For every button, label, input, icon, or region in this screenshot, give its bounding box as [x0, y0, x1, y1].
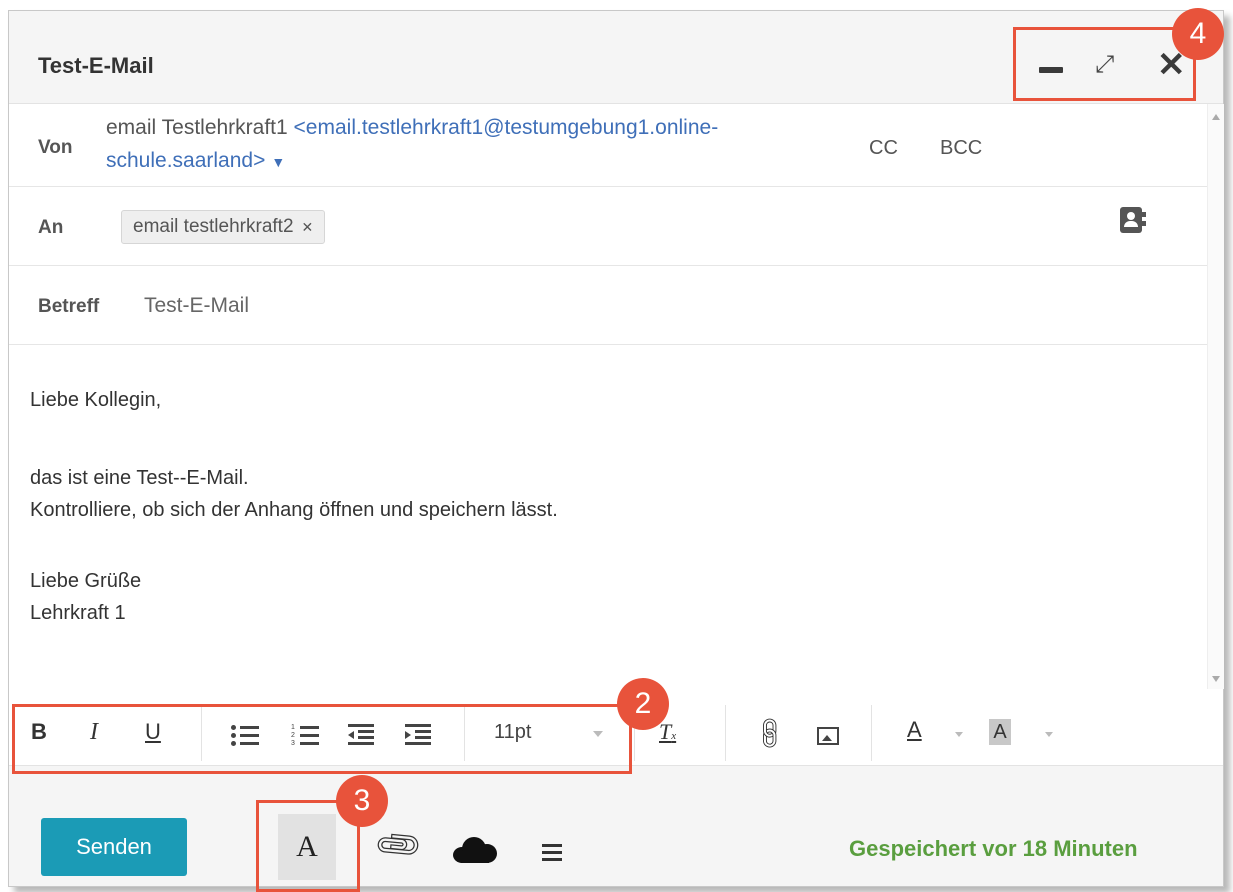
- send-button[interactable]: Senden: [41, 818, 187, 876]
- subject-input[interactable]: Test-E-Mail: [144, 294, 249, 318]
- from-dropdown-icon[interactable]: ▼: [271, 154, 285, 170]
- scroll-up-icon[interactable]: [1212, 114, 1220, 120]
- bcc-toggle[interactable]: BCC: [940, 137, 982, 160]
- to-row: An email testlehrkraft2 ✕: [9, 187, 1207, 266]
- address-book-icon[interactable]: [1120, 207, 1146, 233]
- text-color-button[interactable]: A: [907, 717, 922, 743]
- link-icon[interactable]: 🔗︎: [749, 712, 791, 754]
- body-line: Lehrkraft 1: [30, 602, 126, 624]
- saved-status: Gespeichert vor 18 Minuten: [849, 836, 1138, 861]
- text-format-toggle[interactable]: A: [278, 814, 336, 880]
- outdent-icon[interactable]: [348, 724, 374, 746]
- compose-footer: Senden A 📎︎ Gespeichert vor 18 Minuten: [9, 766, 1223, 886]
- body-line: Kontrolliere, ob sich der Anhang öffnen …: [30, 499, 558, 521]
- background-color-dropdown-icon[interactable]: [1045, 732, 1053, 737]
- compose-window: Test-E-Mail ⤢ ✕ Von email Testlehrkraft1…: [8, 10, 1224, 887]
- cc-toggle[interactable]: CC: [869, 137, 898, 160]
- underline-button[interactable]: U: [145, 719, 161, 745]
- italic-button[interactable]: I: [90, 719, 98, 746]
- clear-format-button[interactable]: Tx: [659, 719, 676, 745]
- toolbar-divider: [464, 705, 465, 761]
- from-field[interactable]: email Testlehrkraft1 <email.testlehrkraf…: [106, 111, 926, 179]
- from-address-part1: <email.testlehrkraft1@testumgebung1.onli…: [293, 116, 719, 139]
- bullet-list-icon[interactable]: [231, 725, 259, 746]
- cloud-icon[interactable]: [453, 837, 497, 863]
- subject-label: Betreff: [38, 296, 100, 317]
- menu-icon[interactable]: [542, 844, 562, 862]
- body-line: Liebe Kollegin,: [30, 389, 162, 411]
- recipient-name: email testlehrkraft2: [133, 216, 294, 237]
- toolbar-divider: [201, 705, 202, 761]
- body-line: das ist eine Test--E-Mail.: [30, 467, 249, 489]
- font-size-dropdown-icon[interactable]: [593, 731, 603, 737]
- paperclip-icon[interactable]: 📎︎: [371, 817, 427, 872]
- window-title: Test-E-Mail: [38, 53, 154, 78]
- body-line: Liebe Grüße: [30, 570, 142, 592]
- annotation-badge-4: 4: [1172, 8, 1224, 60]
- insert-image-icon[interactable]: [817, 727, 839, 745]
- indent-icon[interactable]: [405, 724, 431, 746]
- maximize-button[interactable]: ⤢: [1095, 51, 1114, 79]
- annotation-badge-3: 3: [336, 775, 388, 827]
- toolbar-divider: [725, 705, 726, 761]
- text-color-dropdown-icon[interactable]: [955, 732, 963, 737]
- bold-button[interactable]: B: [31, 719, 47, 745]
- from-label: Von: [38, 137, 73, 158]
- message-body[interactable]: Liebe Kollegin, das ist eine Test--E-Mai…: [9, 345, 1207, 689]
- toolbar-divider: [871, 705, 872, 761]
- background-color-button[interactable]: A: [989, 719, 1011, 745]
- from-address-part2: schule.saarland>: [106, 149, 266, 172]
- recipient-token[interactable]: email testlehrkraft2 ✕: [121, 210, 326, 244]
- font-size-select[interactable]: 11pt: [494, 721, 531, 744]
- numbered-list-icon[interactable]: 1 2 3: [291, 724, 319, 747]
- minimize-button[interactable]: [1039, 67, 1063, 73]
- remove-recipient-icon[interactable]: ✕: [302, 219, 314, 235]
- from-name: email Testlehrkraft1: [106, 116, 288, 139]
- from-row: Von email Testlehrkraft1 <email.testlehr…: [9, 104, 1207, 187]
- format-toolbar: B I U 1 2 3 11pt Tx 🔗︎ A A: [9, 699, 1223, 766]
- to-label: An: [38, 217, 64, 238]
- title-bar: Test-E-Mail ⤢ ✕: [9, 11, 1223, 104]
- scroll-down-icon[interactable]: [1212, 676, 1220, 682]
- subject-row: Betreff Test-E-Mail: [9, 266, 1207, 345]
- annotation-badge-2: 2: [617, 678, 669, 730]
- body-scrollbar[interactable]: [1207, 104, 1224, 689]
